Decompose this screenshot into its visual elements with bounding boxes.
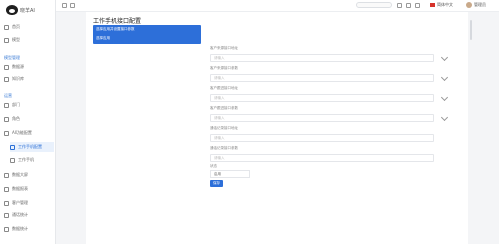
- customer-icon: [4, 200, 9, 206]
- edit-icon[interactable]: [440, 53, 449, 62]
- field-label: 通话记录接口参数: [210, 146, 238, 150]
- sidebar-item-label: 部门: [12, 102, 20, 107]
- input-placeholder: 请输入: [214, 116, 225, 120]
- edit-icon[interactable]: [440, 73, 449, 82]
- language-select[interactable]: 简体中文: [437, 2, 453, 8]
- sidebar-item-ai-config[interactable]: AI功能配置: [4, 128, 32, 138]
- banner-link[interactable]: 选择应用并设置接口参数: [96, 40, 135, 45]
- status-value: 启用: [214, 172, 221, 176]
- scrollbar[interactable]: [470, 20, 472, 40]
- sidebar-item-label: 客户管理: [12, 200, 28, 205]
- logo: 晓羊AI: [4, 4, 44, 18]
- sidebar-item-label: 数据统计: [12, 226, 28, 231]
- page-title: 工作手机接口配置: [93, 18, 142, 25]
- phone-icon: [10, 144, 15, 150]
- edit-icon[interactable]: [440, 93, 449, 102]
- field-label: 客户来源接口地址: [210, 46, 238, 50]
- sidebar-item-home[interactable]: 首页: [4, 22, 20, 32]
- sidebar-item-customer[interactable]: 客户管理: [4, 198, 28, 208]
- stats-icon: [4, 226, 9, 232]
- field-label: 客户跟进接口参数: [210, 106, 238, 110]
- back-icon[interactable]: [70, 3, 75, 8]
- sidebar-item-label: 数据源: [12, 64, 24, 69]
- search-input[interactable]: [356, 2, 392, 8]
- sidebar-item-department[interactable]: 部门: [4, 100, 20, 110]
- model-icon: [4, 37, 9, 43]
- save-button[interactable]: 保存: [210, 180, 223, 187]
- edit-icon[interactable]: [440, 113, 449, 122]
- phone-icon: [10, 157, 15, 163]
- call-icon: [4, 212, 9, 218]
- sidebar-item-label: 数据大屏: [12, 172, 28, 177]
- bell-icon[interactable]: [397, 3, 402, 8]
- sidebar-item-label: 工作手机: [18, 157, 34, 162]
- home-icon: [4, 24, 9, 30]
- user-name[interactable]: 管理员: [474, 2, 486, 8]
- sidebar-item-role[interactable]: 角色: [4, 114, 20, 124]
- brand-name: 晓羊AI: [20, 8, 35, 14]
- sidebar-item-report[interactable]: 数据报表: [4, 184, 28, 194]
- input-placeholder: 请输入: [214, 56, 225, 60]
- followup-url-input[interactable]: 请输入: [210, 94, 434, 102]
- field-label: 客户跟进接口地址: [210, 86, 238, 90]
- sidebar-item-workphone-config[interactable]: 工作手机配置: [10, 142, 54, 152]
- field-label: 客户来源接口参数: [210, 66, 238, 70]
- sidebar-item-dashboard[interactable]: 数据大屏: [4, 170, 28, 180]
- call-url-input[interactable]: 请输入: [210, 134, 434, 142]
- menu-toggle-icon[interactable]: [62, 3, 67, 8]
- help-icon[interactable]: [415, 3, 420, 8]
- sidebar-item-calls[interactable]: 通话统计: [4, 210, 28, 220]
- avatar[interactable]: [466, 2, 472, 8]
- org-icon: [4, 102, 9, 108]
- sidebar-item-workphone[interactable]: 工作手机: [10, 155, 34, 165]
- fullscreen-icon[interactable]: [406, 3, 411, 8]
- field-label: 通话记录接口地址: [210, 126, 238, 130]
- sidebar-item-label: 首页: [12, 24, 20, 29]
- user-icon: [4, 116, 9, 122]
- status-label: 状态: [210, 164, 217, 168]
- sidebar-item-stats[interactable]: 数据统计: [4, 224, 28, 234]
- flag-icon: [430, 3, 435, 7]
- sidebar: 晓羊AI 首页 模型 模型管理 数据源 知识库 运营 部门 角色 AI功能配置 …: [0, 0, 56, 244]
- database-icon: [4, 64, 9, 70]
- report-icon: [4, 186, 9, 192]
- input-placeholder: 请输入: [214, 156, 225, 160]
- input-placeholder: 请输入: [214, 136, 225, 140]
- call-param-input[interactable]: 请输入: [210, 154, 434, 162]
- input-placeholder: 请输入: [214, 76, 225, 80]
- main-panel: 工作手机接口配置 选择应用并设置接口参数 选择应用 选择应用并设置接口参数 客户…: [86, 12, 468, 244]
- sidebar-item-label: 数据报表: [12, 186, 28, 191]
- sidebar-item-knowledge[interactable]: 知识库: [4, 74, 24, 84]
- sidebar-item-datasource[interactable]: 数据源: [4, 62, 24, 72]
- sidebar-item-model[interactable]: 模型: [4, 35, 20, 45]
- chart-icon: [4, 172, 9, 178]
- source-url-input[interactable]: 请输入: [210, 54, 434, 62]
- status-select[interactable]: 启用: [210, 170, 250, 178]
- logo-icon: [6, 5, 18, 15]
- sidebar-item-label: AI功能配置: [12, 130, 32, 135]
- sidebar-item-label: 角色: [12, 116, 20, 121]
- sidebar-item-label: 模型: [12, 37, 20, 42]
- sidebar-item-label: 知识库: [12, 76, 24, 81]
- source-param-input[interactable]: 请输入: [210, 74, 434, 82]
- sidebar-group-title: 模型管理: [4, 55, 20, 60]
- followup-param-input[interactable]: 请输入: [210, 114, 434, 122]
- sidebar-group-title: 运营: [4, 93, 12, 98]
- book-icon: [4, 76, 9, 82]
- sidebar-item-label: 工作手机配置: [18, 144, 42, 149]
- settings-icon: [4, 130, 9, 136]
- banner-text: 选择应用并设置接口参数: [96, 27, 135, 31]
- sidebar-item-label: 通话统计: [12, 212, 28, 217]
- input-placeholder: 请输入: [214, 96, 225, 100]
